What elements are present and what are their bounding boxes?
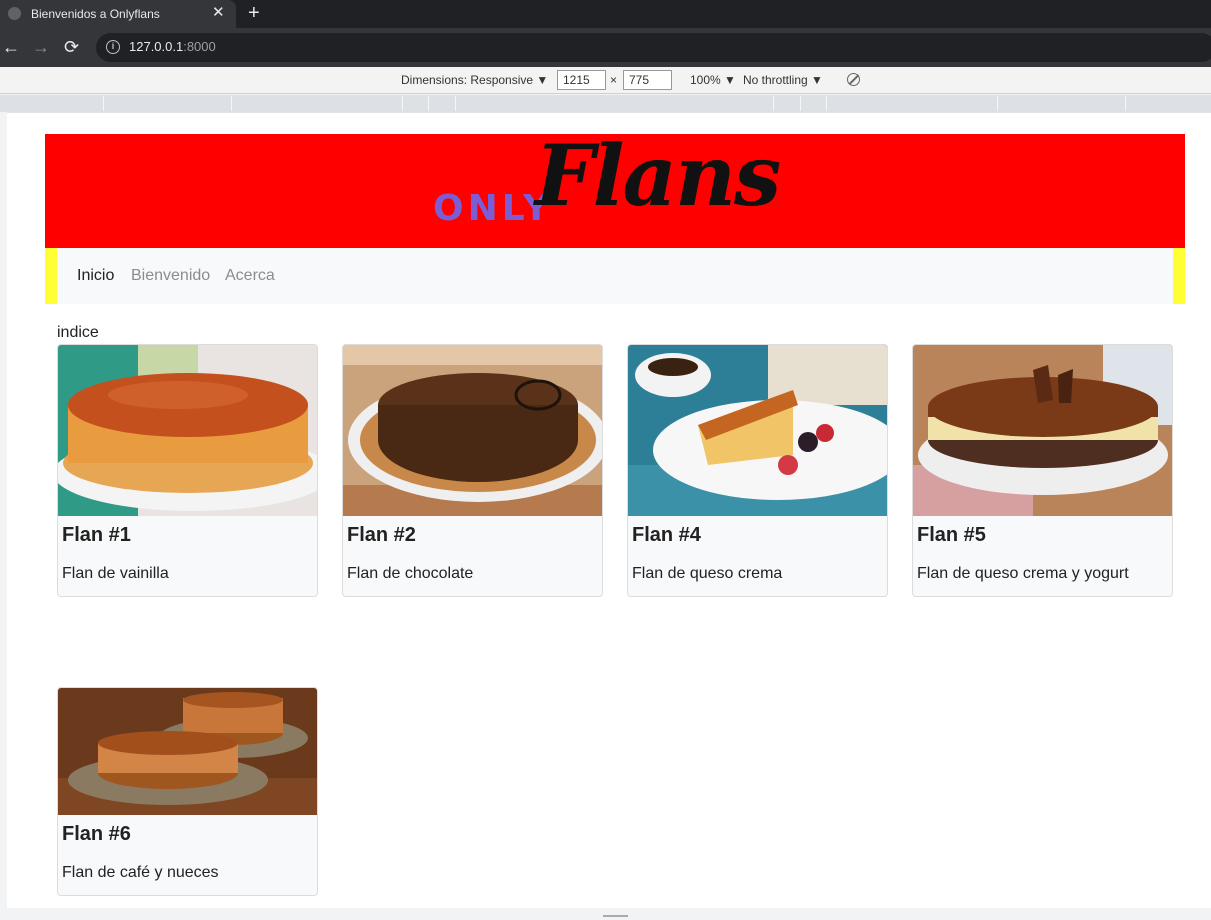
card-text: Flan de queso crema bbox=[632, 565, 783, 582]
ruler-tick bbox=[800, 96, 801, 111]
times-sign: × bbox=[610, 73, 618, 87]
reload-icon[interactable]: ⟳ bbox=[64, 36, 79, 58]
ruler-tick bbox=[402, 96, 403, 111]
height-input[interactable]: 775 bbox=[623, 70, 672, 90]
dimensions-select[interactable]: Dimensions: Responsive ▼ bbox=[401, 73, 548, 87]
card-title: Flan #5 bbox=[917, 524, 986, 546]
nav-link-acerca[interactable]: Acerca bbox=[225, 267, 275, 285]
flan-card[interactable]: Flan #1 Flan de vainilla bbox=[57, 344, 318, 597]
url-host: 127.0.0.1 bbox=[129, 39, 184, 54]
flan-vainilla-image bbox=[58, 345, 317, 516]
card-text: Flan de chocolate bbox=[347, 565, 474, 582]
browser-toolbar: ← → ⟳ i 127.0.0.1:8000 bbox=[0, 28, 1211, 67]
ruler-tick bbox=[455, 96, 456, 111]
tab-strip: Bienvenidos a Onlyflans ✕ + bbox=[0, 0, 1211, 28]
flan-card[interactable]: Flan #6 Flan de café y nueces bbox=[57, 687, 318, 896]
info-icon[interactable]: i bbox=[106, 40, 120, 54]
nav-link-bienvenido[interactable]: Bienvenido bbox=[131, 267, 210, 285]
card-title: Flan #4 bbox=[632, 524, 701, 546]
close-icon[interactable]: ✕ bbox=[212, 4, 225, 22]
card-text: Flan de vainilla bbox=[62, 565, 169, 582]
device-toolbar: Dimensions: Responsive ▼ 1215 × 775 100%… bbox=[0, 67, 1211, 94]
forward-icon[interactable]: → bbox=[32, 36, 50, 58]
ruler-tick bbox=[103, 96, 104, 111]
flan-chocolate-image bbox=[343, 345, 602, 516]
media-query-ruler[interactable] bbox=[0, 95, 1211, 112]
ruler-tick bbox=[1125, 96, 1126, 111]
ruler-tick bbox=[826, 96, 827, 111]
tab-title: Bienvenidos a Onlyflans bbox=[31, 7, 160, 21]
ruler-tick bbox=[231, 96, 232, 111]
page-heading: indice bbox=[57, 324, 99, 341]
browser-tab[interactable]: Bienvenidos a Onlyflans ✕ bbox=[0, 0, 236, 28]
flan-queso-crema-image bbox=[628, 345, 887, 516]
back-icon[interactable]: ← bbox=[2, 36, 20, 58]
throttling-select[interactable]: No throttling ▼ bbox=[743, 73, 823, 87]
ruler-tick bbox=[997, 96, 998, 111]
flan-card[interactable]: Flan #4 Flan de queso crema bbox=[627, 344, 888, 597]
flan-cafe-nueces-image bbox=[58, 688, 317, 815]
zoom-select[interactable]: 100% ▼ bbox=[690, 73, 736, 87]
card-text: Flan de café y nueces bbox=[62, 864, 219, 881]
logo-flans-text: Flans bbox=[535, 126, 781, 225]
ruler-tick bbox=[773, 96, 774, 111]
globe-icon bbox=[8, 7, 21, 20]
address-bar[interactable]: i 127.0.0.1:8000 bbox=[96, 33, 1211, 62]
card-title: Flan #2 bbox=[347, 524, 416, 546]
card-text: Flan de queso crema y yogurt bbox=[917, 565, 1129, 582]
url-text: 127.0.0.1:8000 bbox=[129, 39, 216, 54]
flan-card[interactable]: Flan #5 Flan de queso crema y yogurt bbox=[912, 344, 1173, 597]
flan-card[interactable]: Flan #2 Flan de chocolate bbox=[342, 344, 603, 597]
site-navbar: Inicio Bienvenido Acerca bbox=[45, 248, 1185, 304]
url-port: :8000 bbox=[183, 39, 216, 54]
flan-queso-yogurt-image bbox=[913, 345, 1172, 516]
new-tab-button[interactable]: + bbox=[248, 2, 260, 24]
resize-handle[interactable] bbox=[603, 915, 628, 917]
rotate-icon[interactable] bbox=[847, 73, 860, 86]
ruler-tick bbox=[428, 96, 429, 111]
card-title: Flan #6 bbox=[62, 823, 131, 845]
card-title: Flan #1 bbox=[62, 524, 131, 546]
nav-link-inicio[interactable]: Inicio bbox=[77, 267, 114, 285]
width-input[interactable]: 1215 bbox=[557, 70, 606, 90]
